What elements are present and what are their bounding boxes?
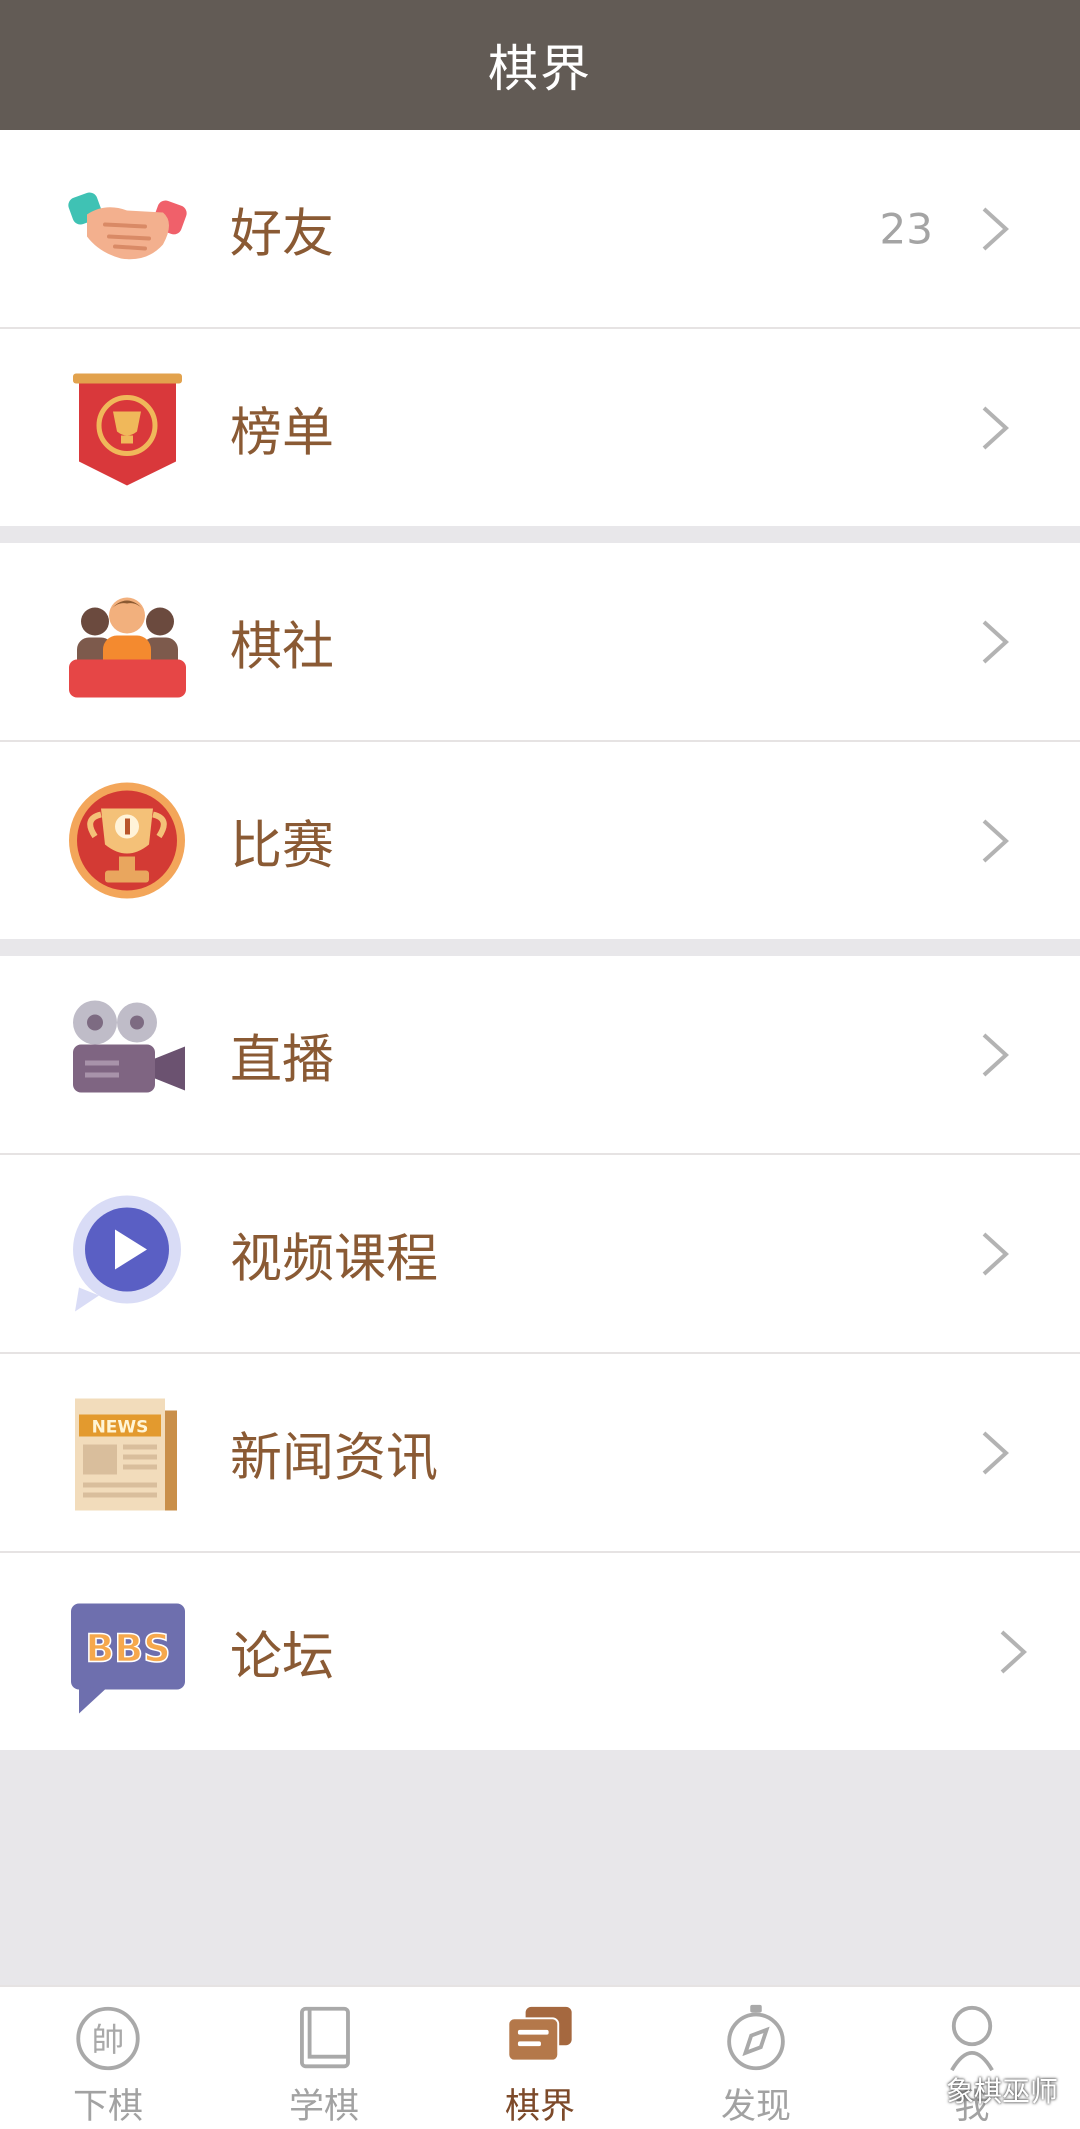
menu-item-forum[interactable]: BBS 论坛 [0,1551,1080,1750]
newspaper-icon: NEWS [65,1390,190,1515]
tab-label: 发现 [720,2087,791,2127]
menu-item-news[interactable]: NEWS 新闻资讯 [0,1352,1080,1551]
menu-item-club[interactable]: 棋社 [0,543,1080,740]
news-icon-text: NEWS [92,1417,149,1437]
trophy-icon [65,778,190,903]
menu-item-label: 视频课程 [230,1229,439,1289]
tab-chess-world[interactable]: 棋界 [460,1987,620,2129]
chevron-right-icon [982,1431,1009,1474]
tab-learn-chess[interactable]: 学棋 [244,1987,404,2129]
menu-item-label: 新闻资讯 [230,1428,439,1488]
tab-label: 棋界 [504,2087,575,2127]
menu-item-label: 棋社 [230,617,335,677]
menu-item-label: 直播 [230,1030,335,1090]
person-icon [950,2005,994,2072]
tab-label: 学棋 [288,2087,359,2127]
menu-item-label: 比赛 [230,816,335,876]
menu-item-leaderboard[interactable]: 榜单 [0,327,1080,526]
club-vs-icon [65,579,190,704]
chevron-right-icon [982,406,1009,449]
book-icon [300,2006,350,2069]
menu-item-label: 好友 [230,204,335,264]
chevron-right-icon [1000,1630,1027,1673]
tab-label: 下棋 [72,2087,143,2127]
menu-group-media: 直播 视频课程 NEWS 新闻资讯 BBS 论坛 [0,956,1080,1750]
watermark: 象棋巫师 [945,2075,1058,2108]
menu-group-social: 好友 23 榜单 [0,130,1080,526]
compass-icon [727,2004,785,2071]
bbs-bubble-icon: BBS [65,1589,190,1714]
chevron-right-icon [982,207,1009,250]
chat-cards-icon [507,2006,572,2062]
chevron-right-icon [982,1232,1009,1275]
menu-item-live[interactable]: 直播 [0,956,1080,1153]
page-title: 棋界 [488,40,592,98]
video-camera-icon [65,992,190,1117]
chevron-right-icon [982,620,1009,663]
menu-item-label: 论坛 [230,1627,335,1687]
tab-play-chess[interactable]: 帥 下棋 [28,1987,188,2129]
handshake-icon [65,166,190,291]
menu-item-video-courses[interactable]: 视频课程 [0,1153,1080,1352]
chess-piece-text: 帥 [92,2021,125,2059]
bbs-icon-text: BBS [85,1626,170,1670]
chess-piece-icon: 帥 [76,2006,140,2071]
menu-group-clubs: 棋社 比赛 [0,543,1080,939]
ranking-banner-icon [65,365,190,490]
menu-item-friends[interactable]: 好友 23 [0,130,1080,327]
chevron-right-icon [982,1033,1009,1076]
menu-item-competition[interactable]: 比赛 [0,740,1080,939]
friends-count: 23 [879,204,933,253]
menu-item-label: 榜单 [230,403,335,463]
chevron-right-icon [982,819,1009,862]
page-header: 棋界 [0,0,1080,130]
bottom-tab-bar: 帥 下棋 学棋 棋界 发现 我 [0,1985,1080,2129]
play-bubble-icon [65,1191,190,1316]
tab-discover[interactable]: 发现 [676,1987,836,2129]
